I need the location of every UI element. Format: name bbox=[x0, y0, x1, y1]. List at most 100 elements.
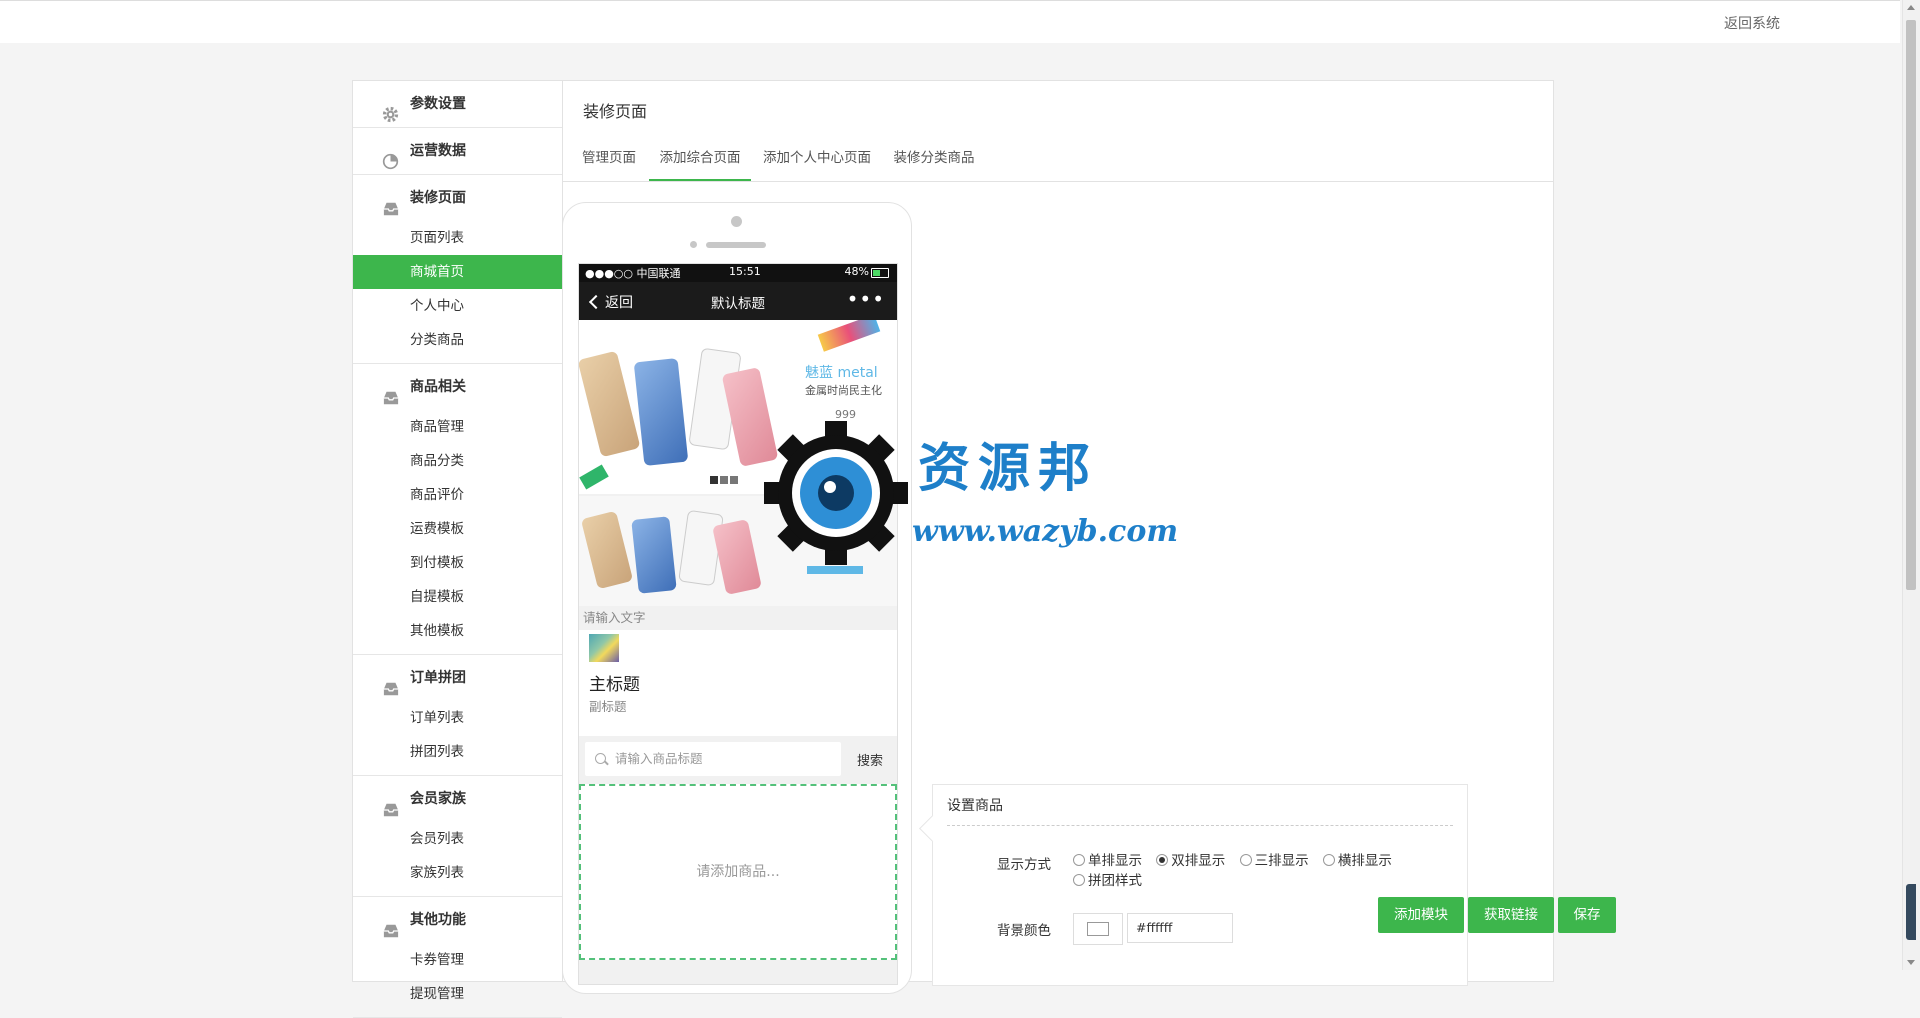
sidebar-item[interactable]: 个人中心 bbox=[353, 289, 562, 323]
phone-preview: ●●●○○ 中国联通 15:51 48% 返回 默认标题 ••• 魅蓝 meta… bbox=[562, 202, 912, 994]
search-icon bbox=[595, 753, 606, 764]
sidebar-group-label: 会员家族 bbox=[410, 791, 466, 807]
sidebar-group-label: 订单拼团 bbox=[410, 670, 466, 686]
display-mode-label: 显示方式 bbox=[997, 857, 1051, 873]
radio-button[interactable] bbox=[1239, 854, 1252, 866]
bg-color-picker[interactable] bbox=[1073, 913, 1123, 945]
watermark-logo: 资源邦 www.wazyb.com bbox=[758, 418, 1198, 568]
back-to-system-link[interactable]: 返回系统 bbox=[1724, 13, 1780, 33]
radio-label: 拼团样式 bbox=[1088, 873, 1142, 889]
sidebar-group-header[interactable]: 装修页面 bbox=[353, 175, 562, 221]
text-module-placeholder[interactable]: 请输入文字 bbox=[579, 606, 897, 630]
battery-icon bbox=[871, 268, 889, 278]
bg-color-input[interactable]: #ffffff bbox=[1127, 913, 1233, 943]
get-link-button[interactable]: 获取链接 bbox=[1468, 897, 1554, 933]
carrier-text: ●●●○○ 中国联通 bbox=[585, 267, 681, 280]
title-thumbnail bbox=[589, 634, 619, 662]
sidebar-group-header[interactable]: 其他功能 bbox=[353, 897, 562, 943]
sidebar-group: 运营数据 bbox=[353, 128, 562, 175]
display-mode-radio-group: 单排显示 双排显示 三排显示 横排显示 拼团样式 bbox=[1073, 851, 1465, 891]
banner-deco-color bbox=[817, 320, 881, 352]
watermark-url: www.wazyb.com bbox=[912, 514, 1179, 549]
banner2-phone-gold bbox=[580, 510, 634, 590]
product-search-input[interactable]: 请输入商品标题 bbox=[585, 742, 841, 776]
sidebar-item[interactable]: 商品管理 bbox=[353, 410, 562, 444]
gear-icon bbox=[382, 96, 399, 123]
sidebar-item[interactable]: 商城首页 bbox=[353, 255, 562, 289]
radio-button[interactable] bbox=[1073, 874, 1085, 886]
sidebar-item[interactable]: 其他模板 bbox=[353, 614, 562, 648]
sidebar-item[interactable]: 页面列表 bbox=[353, 221, 562, 255]
sidebar-group-header[interactable]: 订单拼团 bbox=[353, 655, 562, 701]
banner-phone-gold bbox=[579, 350, 641, 458]
sidebar-item[interactable]: 家族列表 bbox=[353, 856, 562, 890]
sidebar-item[interactable]: 运费模板 bbox=[353, 512, 562, 546]
title-module[interactable]: 主标题 副标题 bbox=[579, 630, 897, 736]
radio-button[interactable] bbox=[1073, 854, 1085, 866]
phone-status-bar: ●●●○○ 中国联通 15:51 48% bbox=[579, 264, 897, 282]
bg-color-label: 背景颜色 bbox=[997, 923, 1051, 939]
display-mode-option[interactable]: 单排显示 bbox=[1073, 853, 1142, 869]
scroll-up-icon[interactable] bbox=[1907, 5, 1915, 10]
sidebar-group-label: 其他功能 bbox=[410, 912, 466, 928]
phone-speaker bbox=[706, 242, 766, 248]
phone-camera bbox=[731, 216, 742, 227]
tab-add-personal-center[interactable]: 添加个人中心页面 bbox=[759, 137, 875, 179]
more-icon[interactable]: ••• bbox=[847, 287, 885, 311]
page-title: 装修页面 bbox=[583, 102, 648, 121]
sidebar-group-header[interactable]: 运营数据 bbox=[353, 128, 562, 174]
add-module-button[interactable]: 添加模块 bbox=[1378, 897, 1464, 933]
goods-module-dropzone[interactable]: 请添加商品... bbox=[579, 784, 897, 960]
sidebar-item[interactable]: 商品评价 bbox=[353, 478, 562, 512]
phone-nav-bar: 返回 默认标题 ••• bbox=[579, 282, 897, 320]
banner-slogan-text: 金属时尚民主化 bbox=[805, 384, 882, 397]
gear-eye-icon bbox=[764, 421, 908, 565]
display-mode-option[interactable]: 横排显示 bbox=[1322, 853, 1392, 869]
sidebar-group: 装修页面页面列表 商城首页 个人中心 分类商品 bbox=[353, 175, 562, 364]
sidebar-group: 订单拼团订单列表 拼团列表 bbox=[353, 655, 562, 776]
radio-button[interactable] bbox=[1156, 854, 1169, 866]
sidebar-group-header[interactable]: 参数设置 bbox=[353, 81, 562, 127]
radio-button[interactable] bbox=[1322, 854, 1335, 866]
search-module: 请输入商品标题 搜索 bbox=[579, 736, 897, 784]
display-mode-option[interactable]: 三排显示 bbox=[1239, 853, 1309, 869]
save-button[interactable]: 保存 bbox=[1558, 897, 1616, 933]
settings-divider bbox=[947, 825, 1453, 826]
sidebar-group-label: 装修页面 bbox=[410, 190, 466, 206]
scroll-down-icon[interactable] bbox=[1907, 960, 1915, 965]
sidebar-item[interactable]: 提现管理 bbox=[353, 977, 562, 1011]
sidebar-group: 参数设置 bbox=[353, 81, 562, 128]
side-floating-widget[interactable] bbox=[1906, 884, 1916, 940]
phone-screen: ●●●○○ 中国联通 15:51 48% 返回 默认标题 ••• 魅蓝 meta… bbox=[578, 263, 898, 985]
banner-deco-green bbox=[579, 464, 609, 490]
goods-settings-panel: 设置商品 显示方式 单排显示 双排显示 三排显示 横排显示 拼团样式 背景颜色 … bbox=[919, 784, 1468, 986]
settings-title: 设置商品 bbox=[947, 798, 1003, 814]
page-scrollbar[interactable] bbox=[1902, 0, 1920, 970]
sidebar-item[interactable]: 到付模板 bbox=[353, 546, 562, 580]
inbox-icon bbox=[382, 670, 399, 696]
inbox-icon bbox=[382, 791, 399, 817]
sidebar-group: 商品相关 商品管理 商品分类 商品评价 运费模板 到付模板 自提模板 其他模板 bbox=[353, 364, 562, 655]
sidebar-group-header[interactable]: 商品相关 bbox=[353, 364, 562, 410]
sidebar-item[interactable]: 卡券管理 bbox=[353, 943, 562, 977]
tab-add-composite-page[interactable]: 添加综合页面 bbox=[649, 137, 751, 181]
sidebar-item[interactable]: 商品分类 bbox=[353, 444, 562, 478]
banner-pagination[interactable] bbox=[710, 472, 740, 488]
display-mode-option[interactable]: 双排显示 bbox=[1156, 853, 1225, 869]
tab-decorate-category-goods[interactable]: 装修分类商品 bbox=[889, 137, 979, 179]
sidebar-group: 会员家族会员列表 家族列表 bbox=[353, 776, 562, 897]
display-mode-option[interactable]: 拼团样式 bbox=[1073, 873, 1142, 889]
sidebar-group-header[interactable]: 会员家族 bbox=[353, 776, 562, 822]
radio-label: 单排显示 bbox=[1088, 853, 1142, 869]
sidebar-item[interactable]: 拼团列表 bbox=[353, 735, 562, 769]
scrollbar-thumb[interactable] bbox=[1906, 20, 1916, 590]
clock-text: 15:51 bbox=[729, 265, 761, 278]
sidebar-item[interactable]: 自提模板 bbox=[353, 580, 562, 614]
search-button[interactable]: 搜索 bbox=[857, 750, 883, 769]
sidebar-item[interactable]: 会员列表 bbox=[353, 822, 562, 856]
battery-text: 48% bbox=[844, 265, 869, 278]
sidebar-item[interactable]: 分类商品 bbox=[353, 323, 562, 357]
search-placeholder: 请输入商品标题 bbox=[615, 751, 703, 766]
tab-manage-pages[interactable]: 管理页面 bbox=[577, 137, 641, 179]
sidebar-item[interactable]: 订单列表 bbox=[353, 701, 562, 735]
